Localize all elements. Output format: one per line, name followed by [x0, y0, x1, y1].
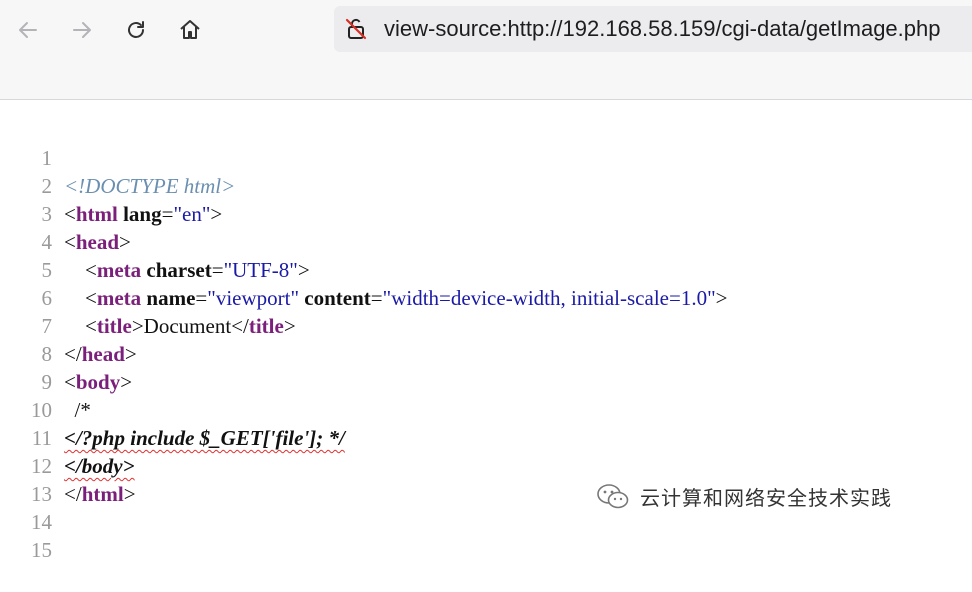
watermark-text: 云计算和网络安全技术实践: [640, 486, 892, 510]
source-line: 7 </head>: [0, 284, 972, 366]
source-line: 13: [0, 452, 972, 506]
reload-icon: [128, 21, 144, 38]
arrow-right-icon: [73, 22, 91, 38]
forward-button[interactable]: [64, 12, 100, 48]
source-line: 10 </?php include $_GET['file']; */: [0, 368, 972, 450]
home-icon: [180, 20, 200, 39]
url-text[interactable]: view-source:http://192.168.58.159/cgi-da…: [384, 16, 940, 42]
reload-button[interactable]: [118, 12, 154, 48]
browser-toolbar: view-source:http://192.168.58.159/cgi-da…: [0, 0, 972, 100]
source-line: 6 <title>Document</title>: [0, 256, 972, 338]
source-line: 15: [0, 508, 972, 562]
view-source-code: 1 <!DOCTYPE html> 2 <html lang="en"> 3 <…: [0, 116, 972, 562]
arrow-left-icon: [19, 22, 37, 38]
line-number: 15: [31, 538, 52, 562]
source-line: 9 /*: [0, 340, 972, 422]
source-line: 5 <meta name="viewport" content="width=d…: [0, 228, 972, 310]
source-line: 2 <html lang="en">: [0, 144, 972, 226]
wechat-icon: [597, 483, 629, 508]
address-bar[interactable]: view-source:http://192.168.58.159/cgi-da…: [334, 6, 972, 52]
back-button[interactable]: [10, 12, 46, 48]
source-line: 12 </html>: [0, 424, 972, 506]
watermark: 云计算和网络安全技术实践: [596, 482, 892, 511]
home-button[interactable]: [172, 12, 208, 48]
source-line: 1 <!DOCTYPE html>: [0, 116, 972, 198]
source-line: 8 <body>: [0, 312, 972, 394]
source-line: 4 <meta charset="UTF-8">: [0, 200, 972, 282]
not-secure-lock-icon[interactable]: [344, 17, 368, 41]
source-line: 11 </body>: [0, 396, 972, 478]
source-line: 3 <head>: [0, 172, 972, 254]
